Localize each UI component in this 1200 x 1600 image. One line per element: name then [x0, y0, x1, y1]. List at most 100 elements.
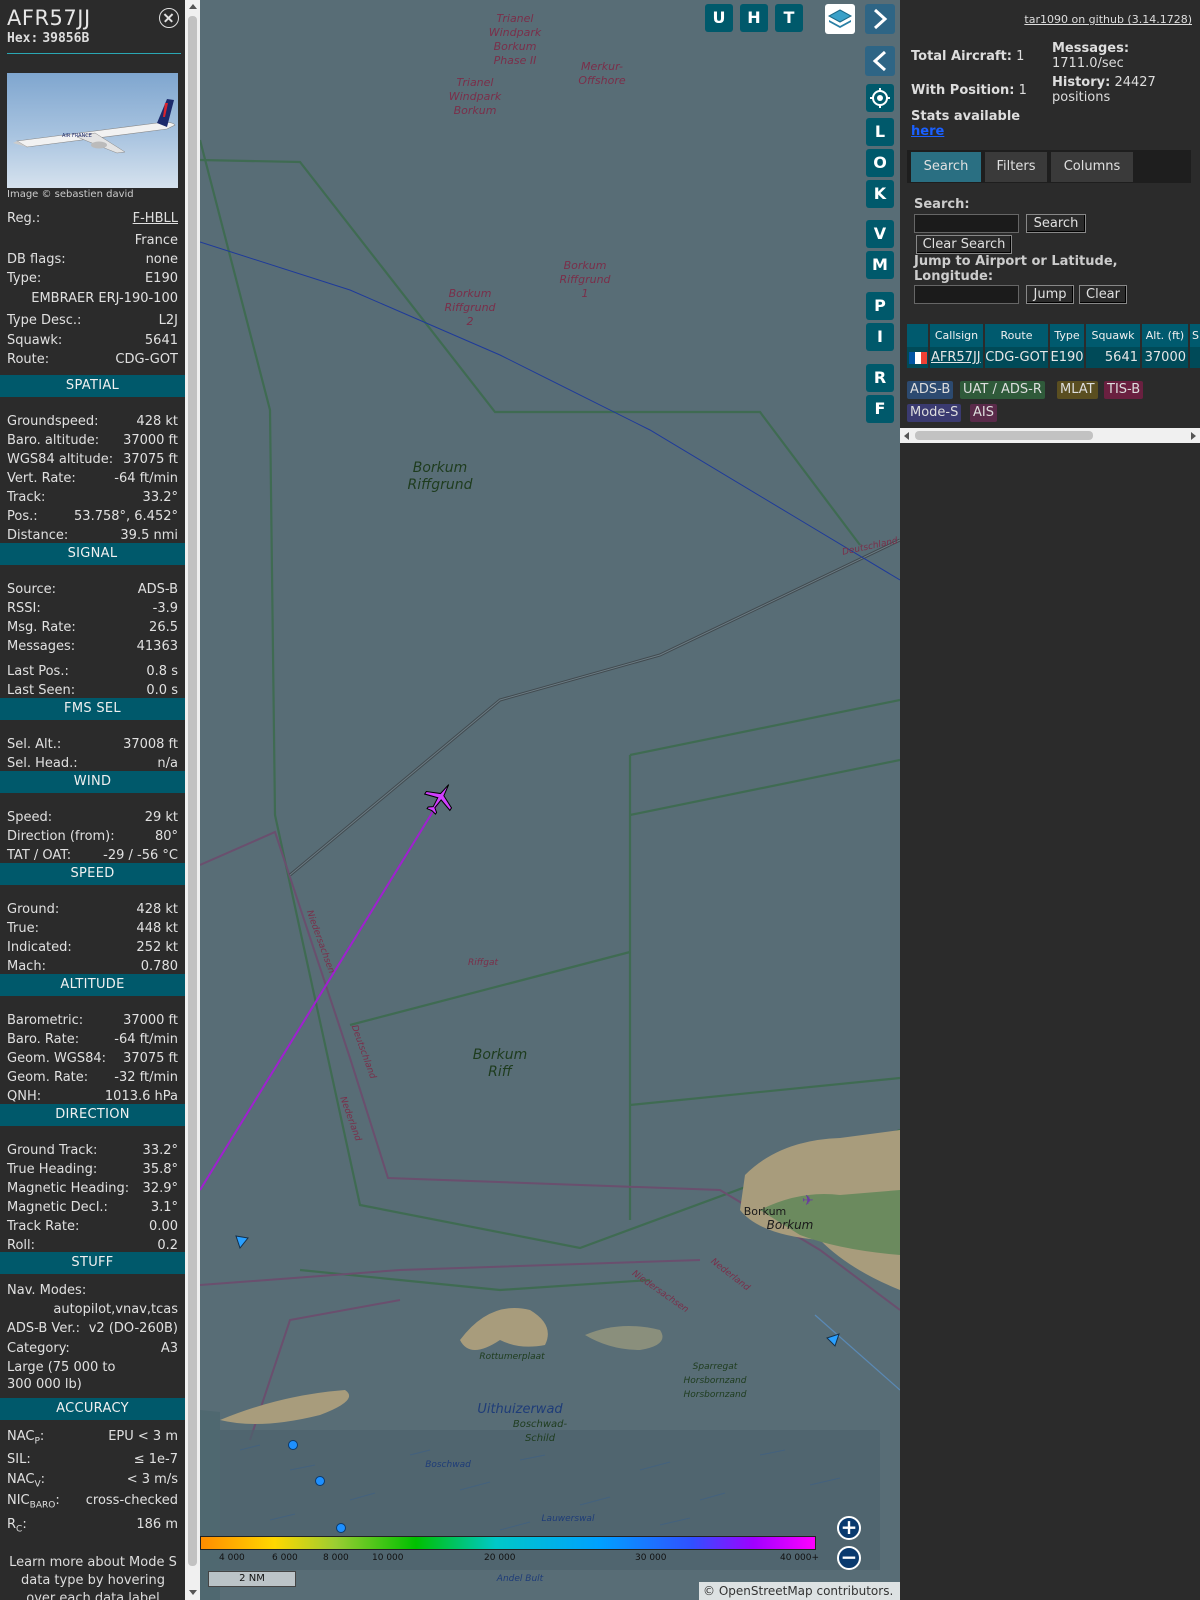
table-header-altitude[interactable]: Alt. (ft)	[1142, 324, 1188, 347]
map-toggle-r-button[interactable]: R	[866, 364, 894, 392]
collapse-sidebar-button[interactable]	[865, 46, 895, 76]
jump-button[interactable]: Jump	[1026, 285, 1074, 304]
rc-row: RC: 186 m	[7, 1517, 178, 1535]
table-row-type[interactable]: E190	[1050, 347, 1084, 368]
direction-row: Ground Track: 33.2°	[7, 1143, 178, 1158]
map-toggle-i-button[interactable]: I	[866, 323, 894, 351]
scroll-left-icon[interactable]	[904, 432, 909, 440]
map-label-borkum-riffgrund: Borkum Riffgrund	[407, 460, 473, 493]
table-header-speed[interactable]: S	[1190, 324, 1200, 347]
map-label-riffgrund-1: Borkum Riffgrund 1	[559, 259, 611, 300]
map-toggle-k-button[interactable]: K	[866, 180, 894, 208]
speed-row: Ground: 428 kt	[7, 902, 178, 917]
adsbver-row: ADS-B Ver.: v2 (DO-260B)	[7, 1321, 178, 1336]
nacp-row: NACP: EPU < 3 m	[7, 1429, 178, 1447]
aircraft-photo[interactable]: AIR FRANCE	[7, 73, 178, 188]
chevron-right-icon	[873, 8, 888, 30]
close-icon[interactable]	[159, 8, 179, 28]
map-toggle-f-button[interactable]: F	[866, 395, 894, 423]
signal-row: Msg. Rate: 26.5	[7, 620, 178, 635]
map-toggle-m-button[interactable]: M	[866, 251, 894, 279]
hex-code: Hex: 39856B	[7, 31, 90, 46]
search-input[interactable]	[914, 214, 1019, 233]
spatial-row: Distance: 39.5 nmi	[7, 528, 178, 543]
map-label-riffgat: Riffgat	[467, 958, 498, 968]
direction-row: Magnetic Heading: 32.9°	[7, 1181, 178, 1196]
table-header-callsign[interactable]: Callsign	[930, 324, 983, 347]
map-toggle-v-button[interactable]: V	[866, 220, 894, 248]
map-toggle-o-button[interactable]: O	[866, 149, 894, 177]
map-canvas[interactable]: Trianel Windpark Borkum Phase II Merkur-…	[200, 0, 900, 1600]
photo-credit: Image © sebastien david	[7, 189, 134, 200]
vessel-marker-icon[interactable]	[234, 1234, 250, 1250]
alt-scale-label: 4 000	[219, 1553, 245, 1563]
table-row-speed[interactable]	[1190, 347, 1200, 368]
expand-sidebar-button[interactable]	[865, 4, 895, 34]
toggle-u-button[interactable]: U	[705, 4, 733, 32]
aircraft-icon[interactable]	[422, 780, 458, 816]
altitude-row: Baro. Rate: -64 ft/min	[7, 1032, 178, 1047]
altitude-row: Barometric: 37000 ft	[7, 1013, 178, 1028]
clear-jump-button[interactable]: Clear	[1079, 285, 1127, 304]
table-row-callsign[interactable]: AFR57JJ	[930, 347, 983, 368]
scroll-up-icon[interactable]	[189, 4, 197, 9]
search-button[interactable]: Search	[1026, 214, 1086, 233]
station-dot-icon[interactable]	[315, 1476, 325, 1486]
station-dot-icon[interactable]	[336, 1523, 346, 1533]
with-position-stat: With Position: 1	[911, 83, 1027, 98]
layers-icon[interactable]	[825, 4, 855, 34]
direction-row: Track Rate: 0.00	[7, 1219, 178, 1234]
map-label-borkum-riff: Borkum Riff	[472, 1047, 528, 1080]
scroll-right-icon[interactable]	[1191, 432, 1196, 440]
map-toggle-p-button[interactable]: P	[866, 292, 894, 320]
total-aircraft-stat: Total Aircraft: 1	[911, 49, 1025, 64]
aircraft-info-panel: AFR57JJ Hex: 39856B AIR FRANCE Image © se…	[0, 0, 185, 1600]
france-flag-icon	[909, 352, 927, 364]
section-signal: SIGNAL	[0, 543, 185, 565]
table-row-squawk[interactable]: 5641	[1086, 347, 1140, 368]
registration-link[interactable]: F-HBLL	[133, 210, 178, 227]
alt-scale-label: 8 000	[323, 1553, 349, 1563]
jump-input[interactable]	[914, 285, 1019, 304]
table-row-route[interactable]: CDG-GOT	[985, 347, 1048, 368]
toggle-t-button[interactable]: T	[775, 4, 803, 32]
speed-row: True: 448 kt	[7, 921, 178, 936]
settings-button[interactable]	[866, 84, 894, 112]
osm-attribution-link[interactable]: © OpenStreetMap	[703, 1584, 813, 1598]
clear-search-button[interactable]: Clear Search	[916, 235, 1012, 254]
tab-filters[interactable]: Filters	[985, 152, 1047, 182]
nicbaro-row: NICBARO: cross-checked	[7, 1493, 178, 1511]
map-label-borkum-island: Borkum	[766, 1218, 814, 1232]
dbflags-row: DB flags: none	[7, 252, 178, 267]
table-row-altitude[interactable]: 37000	[1142, 347, 1188, 368]
spatial-row: Pos.: 53.758°, 6.452°	[7, 509, 178, 524]
vessel-marker-icon[interactable]	[825, 1332, 841, 1348]
tab-columns[interactable]: Columns	[1051, 152, 1133, 182]
table-header-type[interactable]: Type	[1050, 324, 1084, 347]
info-scrollbar-thumb[interactable]	[188, 16, 197, 1566]
map-attribution: © OpenStreetMap contributors.	[699, 1582, 900, 1600]
sil-row: SIL: ≤ 1e-7	[7, 1452, 178, 1467]
zoom-in-button[interactable]: +	[837, 1516, 861, 1540]
section-altitude: ALTITUDE	[0, 974, 185, 996]
station-dot-icon[interactable]	[288, 1440, 298, 1450]
selected-callsign: AFR57JJ	[7, 6, 91, 30]
table-header-squawk[interactable]: Squawk	[1086, 324, 1140, 347]
stats-link[interactable]: here	[911, 124, 944, 139]
tab-search[interactable]: Search	[911, 152, 981, 182]
scroll-down-icon[interactable]	[189, 1590, 197, 1595]
map-label-boschwad-schild: Boschwad-Schild	[512, 1419, 568, 1444]
map-label-lauwerswal: Lauwerswal	[541, 1514, 595, 1524]
signal-row: RSSI: -3.9	[7, 601, 178, 616]
zoom-out-button[interactable]: −	[837, 1546, 861, 1570]
table-scrollbar-thumb[interactable]	[915, 431, 1093, 440]
map-toggle-l-button[interactable]: L	[866, 118, 894, 146]
toggle-h-button[interactable]: H	[740, 4, 768, 32]
altitude-row: Geom. WGS84: 37075 ft	[7, 1051, 178, 1066]
github-link[interactable]: tar1090 on github (3.14.1728)	[1024, 13, 1192, 26]
alt-scale-label: 30 000	[635, 1553, 667, 1563]
gear-icon	[870, 88, 890, 108]
altitude-color-scale	[200, 1536, 816, 1550]
type-row: Type: E190	[7, 271, 178, 286]
table-header-route[interactable]: Route	[985, 324, 1048, 347]
